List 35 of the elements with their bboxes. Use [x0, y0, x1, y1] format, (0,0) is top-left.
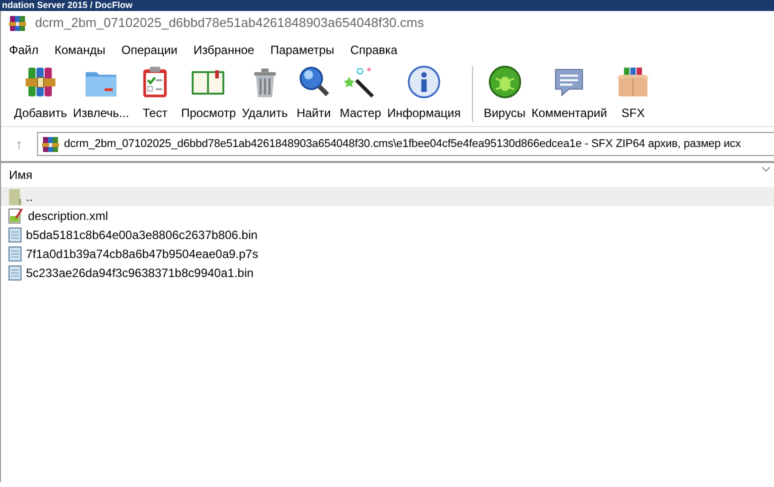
- toolbar-button[interactable]: Мастер: [336, 64, 384, 126]
- toolbar-button[interactable]: Найти: [290, 64, 337, 126]
- toolbar-button[interactable]: Просмотр: [178, 64, 239, 126]
- archive-icon: [9, 14, 27, 32]
- file-row[interactable]: 5c233ae26da94f3c9638371b8c9940a1.bin: [1, 263, 774, 282]
- file-row[interactable]: 7f1a0d1b39a74cb8a6b47b9504eae0a9.p7s: [1, 244, 774, 263]
- menu-item[interactable]: Команды: [46, 39, 114, 61]
- up-button[interactable]: ↑: [1, 132, 37, 156]
- toolbar-button[interactable]: Вирусы: [480, 64, 528, 126]
- toolbar-button[interactable]: Информация: [384, 64, 464, 126]
- menu-item[interactable]: Справка: [342, 39, 406, 61]
- file-icon: [8, 226, 22, 242]
- toolbar-button[interactable]: Комментарий: [528, 64, 610, 126]
- file-icon: [8, 264, 22, 280]
- toolbar-button[interactable]: Извлечь...: [70, 64, 132, 126]
- menu-item[interactable]: Операции: [113, 39, 186, 61]
- toolbar-button[interactable]: SFX: [610, 64, 656, 126]
- folder-up-icon: [8, 188, 22, 204]
- chevron-icon[interactable]: [762, 167, 770, 172]
- file-icon: [8, 246, 22, 262]
- toolbar-button[interactable]: Удалить: [238, 64, 291, 126]
- menu-item[interactable]: Файл: [1, 39, 47, 61]
- column-header[interactable]: Имя: [9, 166, 32, 184]
- archive-icon: [42, 135, 60, 153]
- file-row[interactable]: description.xml: [1, 206, 774, 225]
- window-title: dcrm_2bm_07102025_d6bbd78e51ab4261848903a654048f30.cms: [35, 14, 424, 32]
- file-row[interactable]: b5da5181c8b64e00a3e8806c2637b806.bin: [1, 225, 774, 244]
- document-edit-icon: [8, 208, 24, 224]
- toolbar-button[interactable]: Добавить: [11, 64, 70, 126]
- background-window-title: ndation Server 2015 / DocFlow: [0, 0, 774, 11]
- menu-item[interactable]: Параметры: [262, 39, 342, 61]
- menu-item[interactable]: Избранное: [186, 39, 262, 61]
- toolbar-button[interactable]: Тест: [132, 64, 178, 126]
- file-row[interactable]: ..: [1, 187, 774, 206]
- path-field[interactable]: dcrm_2bm_07102025_d6bbd78e51ab4261848903a654048f30.cms\e1fbee04cf5e4fea95130d866edcea1e - SFX ZIP64 архив, размер исх: [37, 132, 774, 156]
